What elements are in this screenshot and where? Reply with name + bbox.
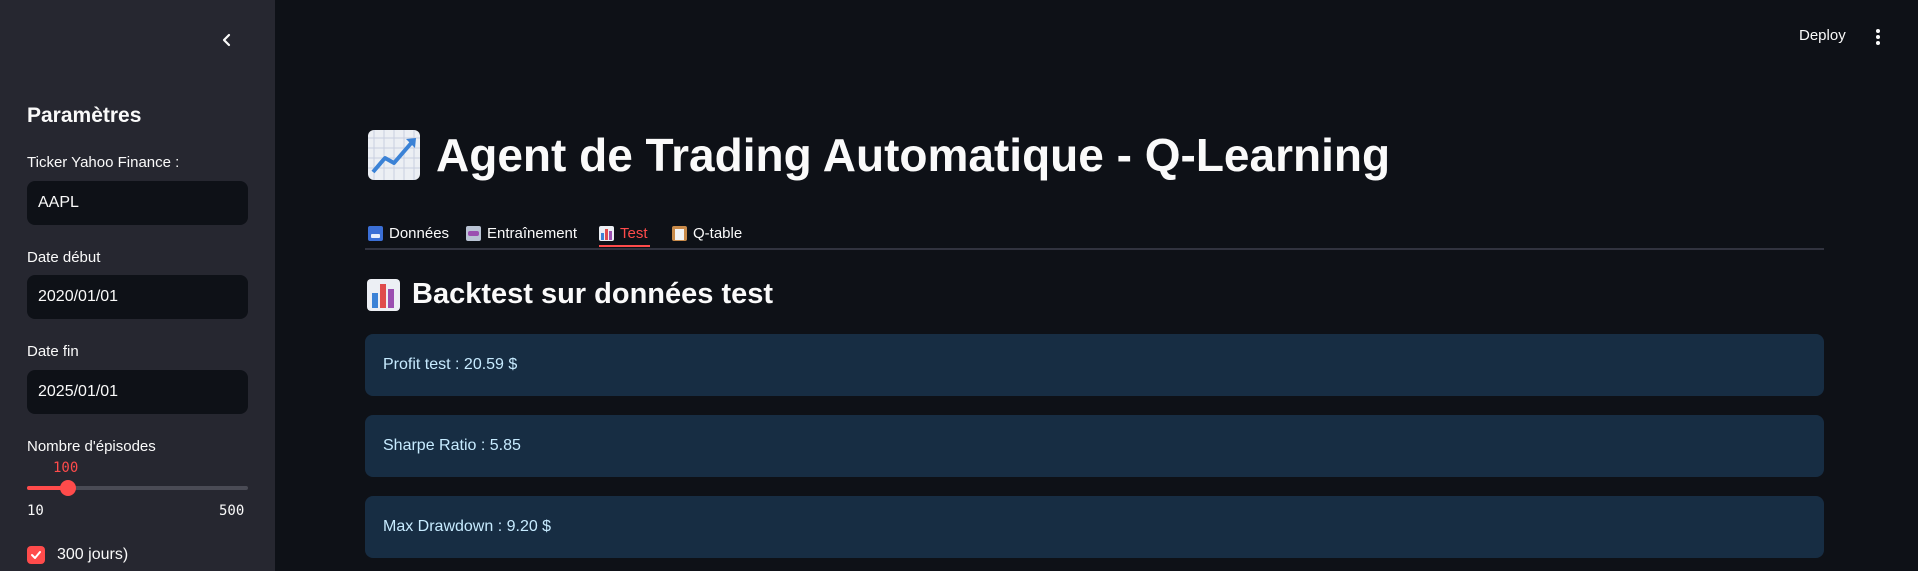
episodes-slider-value: 100 [53,460,79,476]
tab-label: Entraînement [487,224,578,242]
episodes-slider[interactable] [27,480,248,496]
tab-label: Données [389,224,450,242]
main-menu-button[interactable] [1868,26,1888,48]
date-start-input[interactable]: 2020/01/01 [27,275,248,319]
episodes-slider-thumb[interactable] [59,480,76,496]
date-start-label: Date début [27,249,101,266]
tab-entrainement[interactable]: Entraînement [466,218,577,248]
days-checkbox[interactable] [27,546,45,564]
collapse-sidebar-button[interactable] [215,28,239,52]
episodes-label: Nombre d'épisodes [27,438,156,455]
section-title: Backtest sur données test [367,278,773,311]
page-title: Agent de Trading Automatique - Q-Learnin… [368,128,1390,182]
episodes-slider-max: 500 [219,503,245,519]
bar-chart-icon [599,225,614,241]
ticker-input[interactable]: AAPL [27,181,248,225]
sidebar-title: Paramètres [27,104,142,127]
tab-test[interactable]: Test [599,218,648,248]
tab-donnees[interactable]: Données [368,218,449,248]
days-checkbox-row[interactable]: 300 jours) [27,546,128,564]
robot-icon [466,225,481,241]
chart-increasing-icon [368,130,420,180]
more-vertical-icon [1876,29,1880,45]
episodes-slider-min: 10 [27,503,44,519]
tab-q-table[interactable]: Q-table [672,218,742,248]
days-checkbox-label: 300 jours) [57,546,129,563]
bar-chart-icon [367,278,400,311]
metric-drawdown: Max Drawdown : 9.20 $ [365,496,1824,558]
chevron-left-icon [222,33,231,47]
deploy-button[interactable]: Deploy [1799,27,1846,44]
date-end-label: Date fin [27,343,79,360]
inbox-tray-icon [368,225,383,241]
ticker-label: Ticker Yahoo Finance : [27,154,180,171]
checkmark-icon [31,551,41,559]
sidebar: Paramètres Ticker Yahoo Finance : AAPL D… [0,0,275,571]
date-end-input[interactable]: 2025/01/01 [27,370,248,414]
tab-label: Q-table [693,224,743,242]
section-title-text: Backtest sur données test [412,278,774,310]
tab-label: Test [620,224,648,242]
tab-bar: Données Entraînement Test Q-table [365,212,1824,250]
active-tab-indicator [599,245,650,247]
clipboard-icon [672,225,687,241]
metric-profit: Profit test : 20.59 $ [365,334,1824,396]
page-title-text: Agent de Trading Automatique - Q-Learnin… [436,129,1391,181]
metric-sharpe: Sharpe Ratio : 5.85 [365,415,1824,477]
